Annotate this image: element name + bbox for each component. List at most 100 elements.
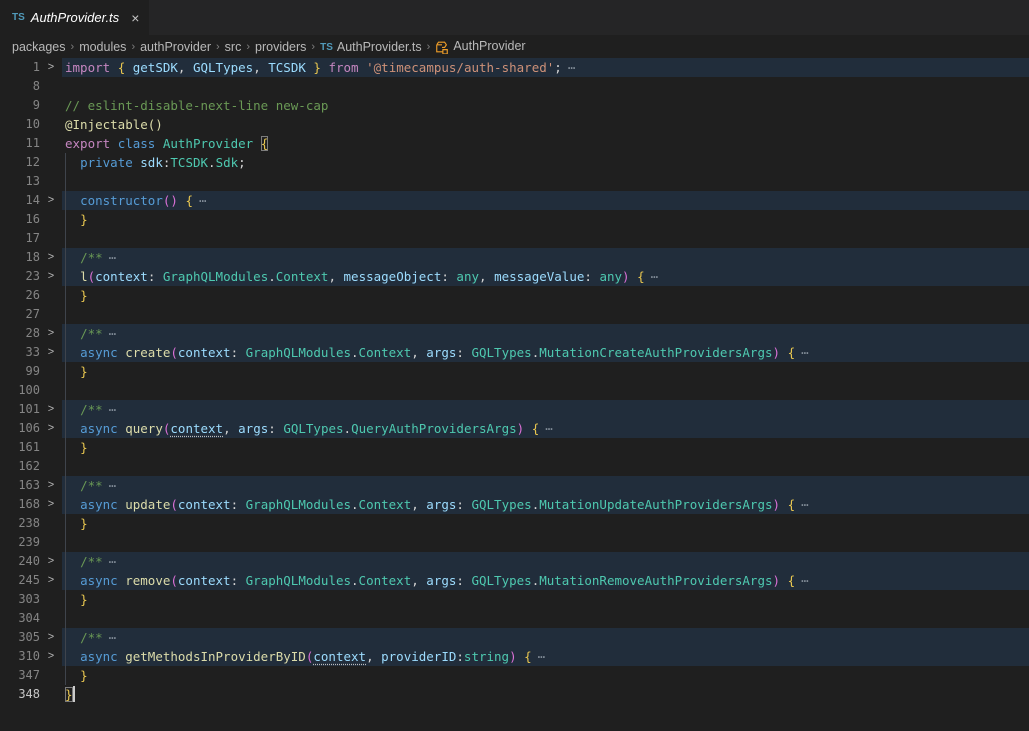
code-line[interactable]: 239 <box>0 533 1029 552</box>
folded-ellipsis[interactable]: ⋯ <box>109 326 117 341</box>
code-line[interactable]: 99 } <box>0 362 1029 381</box>
folded-ellipsis[interactable]: ⋯ <box>109 250 117 265</box>
line-content[interactable]: /**⋯ <box>62 628 1029 647</box>
code-line[interactable]: 17 <box>0 229 1029 248</box>
fold-chevron-icon[interactable]: > <box>40 324 62 343</box>
folded-ellipsis[interactable]: ⋯ <box>109 630 117 645</box>
tab-authprovider[interactable]: TS AuthProvider.ts × <box>0 0 149 35</box>
line-content[interactable] <box>62 77 1029 96</box>
code-line[interactable]: 348} <box>0 685 1029 704</box>
folded-ellipsis[interactable]: ⋯ <box>199 193 207 208</box>
code-line[interactable]: 16 } <box>0 210 1029 229</box>
fold-chevron-icon[interactable]: > <box>40 343 62 362</box>
line-content[interactable] <box>62 172 1029 191</box>
code-line[interactable]: 18> /**⋯ <box>0 248 1029 267</box>
line-content[interactable]: /**⋯ <box>62 248 1029 267</box>
code-line[interactable]: 10@Injectable() <box>0 115 1029 134</box>
fold-chevron-icon[interactable]: > <box>40 248 62 267</box>
breadcrumb-item-src[interactable]: src <box>225 40 242 54</box>
line-content[interactable]: } <box>62 286 1029 305</box>
line-content[interactable]: async remove(context: GraphQLModules.Con… <box>62 571 1029 590</box>
fold-chevron-icon[interactable]: > <box>40 400 62 419</box>
fold-chevron-icon[interactable]: > <box>40 58 62 77</box>
code-line[interactable]: 106> async query(context, args: GQLTypes… <box>0 419 1029 438</box>
code-line[interactable]: 162 <box>0 457 1029 476</box>
line-content[interactable]: import { getSDK, GQLTypes, TCSDK } from … <box>62 58 1029 77</box>
folded-ellipsis[interactable]: ⋯ <box>109 402 117 417</box>
code-line[interactable]: 240> /**⋯ <box>0 552 1029 571</box>
fold-chevron-icon[interactable]: > <box>40 191 62 210</box>
line-content[interactable]: /**⋯ <box>62 324 1029 343</box>
code-editor[interactable]: 1>import { getSDK, GQLTypes, TCSDK } fro… <box>0 58 1029 704</box>
folded-ellipsis[interactable]: ⋯ <box>568 60 576 75</box>
line-content[interactable]: } <box>62 210 1029 229</box>
line-content[interactable]: } <box>62 666 1029 685</box>
line-content[interactable]: } <box>62 685 1029 704</box>
code-line[interactable]: 26 } <box>0 286 1029 305</box>
line-content[interactable]: async create(context: GraphQLModules.Con… <box>62 343 1029 362</box>
code-line[interactable]: 1>import { getSDK, GQLTypes, TCSDK } fro… <box>0 58 1029 77</box>
line-content[interactable]: async query(context, args: GQLTypes.Quer… <box>62 419 1029 438</box>
line-content[interactable]: async getMethodsInProviderByID(context, … <box>62 647 1029 666</box>
code-line[interactable]: 168> async update(context: GraphQLModule… <box>0 495 1029 514</box>
code-line[interactable]: 101> /**⋯ <box>0 400 1029 419</box>
line-content[interactable] <box>62 609 1029 628</box>
code-line[interactable]: 304 <box>0 609 1029 628</box>
fold-chevron-icon[interactable]: > <box>40 628 62 647</box>
breadcrumb-item-authProvider[interactable]: authProvider <box>140 40 211 54</box>
fold-chevron-icon[interactable]: > <box>40 495 62 514</box>
code-line[interactable]: 303 } <box>0 590 1029 609</box>
folded-ellipsis[interactable]: ⋯ <box>801 573 809 588</box>
breadcrumb-item-packages[interactable]: packages <box>12 40 66 54</box>
folded-ellipsis[interactable]: ⋯ <box>109 554 117 569</box>
line-content[interactable] <box>62 305 1029 324</box>
breadcrumb-item-modules[interactable]: modules <box>79 40 126 54</box>
code-line[interactable]: 11export class AuthProvider { <box>0 134 1029 153</box>
breadcrumb-item-file[interactable]: TSAuthProvider.ts <box>320 40 422 54</box>
line-content[interactable] <box>62 381 1029 400</box>
line-content[interactable]: /**⋯ <box>62 552 1029 571</box>
line-content[interactable]: } <box>62 362 1029 381</box>
line-content[interactable]: async update(context: GraphQLModules.Con… <box>62 495 1029 514</box>
folded-ellipsis[interactable]: ⋯ <box>538 649 546 664</box>
fold-chevron-icon[interactable]: > <box>40 476 62 495</box>
code-line[interactable]: 8 <box>0 77 1029 96</box>
line-content[interactable]: /**⋯ <box>62 476 1029 495</box>
line-content[interactable]: } <box>62 438 1029 457</box>
code-line[interactable]: 100 <box>0 381 1029 400</box>
line-content[interactable]: export class AuthProvider { <box>62 134 1029 153</box>
folded-ellipsis[interactable]: ⋯ <box>545 421 553 436</box>
code-line[interactable]: 14> constructor() {⋯ <box>0 191 1029 210</box>
code-line[interactable]: 12 private sdk:TCSDK.Sdk; <box>0 153 1029 172</box>
fold-chevron-icon[interactable]: > <box>40 419 62 438</box>
line-content[interactable]: l(context: GraphQLModules.Context, messa… <box>62 267 1029 286</box>
line-content[interactable]: } <box>62 590 1029 609</box>
close-icon[interactable]: × <box>131 10 139 26</box>
breadcrumb-item-symbol[interactable]: AuthProvider <box>435 39 525 54</box>
code-line[interactable]: 27 <box>0 305 1029 324</box>
breadcrumb-item-providers[interactable]: providers <box>255 40 306 54</box>
folded-ellipsis[interactable]: ⋯ <box>801 345 809 360</box>
line-content[interactable] <box>62 229 1029 248</box>
code-line[interactable]: 163> /**⋯ <box>0 476 1029 495</box>
line-content[interactable] <box>62 457 1029 476</box>
code-line[interactable]: 305> /**⋯ <box>0 628 1029 647</box>
code-line[interactable]: 13 <box>0 172 1029 191</box>
fold-chevron-icon[interactable]: > <box>40 267 62 286</box>
code-line[interactable]: 347 } <box>0 666 1029 685</box>
line-content[interactable] <box>62 533 1029 552</box>
fold-chevron-icon[interactable]: > <box>40 552 62 571</box>
code-line[interactable]: 238 } <box>0 514 1029 533</box>
folded-ellipsis[interactable]: ⋯ <box>651 269 659 284</box>
folded-ellipsis[interactable]: ⋯ <box>801 497 809 512</box>
line-content[interactable]: } <box>62 514 1029 533</box>
code-line[interactable]: 9// eslint-disable-next-line new-cap <box>0 96 1029 115</box>
fold-chevron-icon[interactable]: > <box>40 571 62 590</box>
fold-chevron-icon[interactable]: > <box>40 647 62 666</box>
code-line[interactable]: 23> l(context: GraphQLModules.Context, m… <box>0 267 1029 286</box>
code-line[interactable]: 33> async create(context: GraphQLModules… <box>0 343 1029 362</box>
folded-ellipsis[interactable]: ⋯ <box>109 478 117 493</box>
code-line[interactable]: 245> async remove(context: GraphQLModule… <box>0 571 1029 590</box>
line-content[interactable]: /**⋯ <box>62 400 1029 419</box>
line-content[interactable]: @Injectable() <box>62 115 1029 134</box>
